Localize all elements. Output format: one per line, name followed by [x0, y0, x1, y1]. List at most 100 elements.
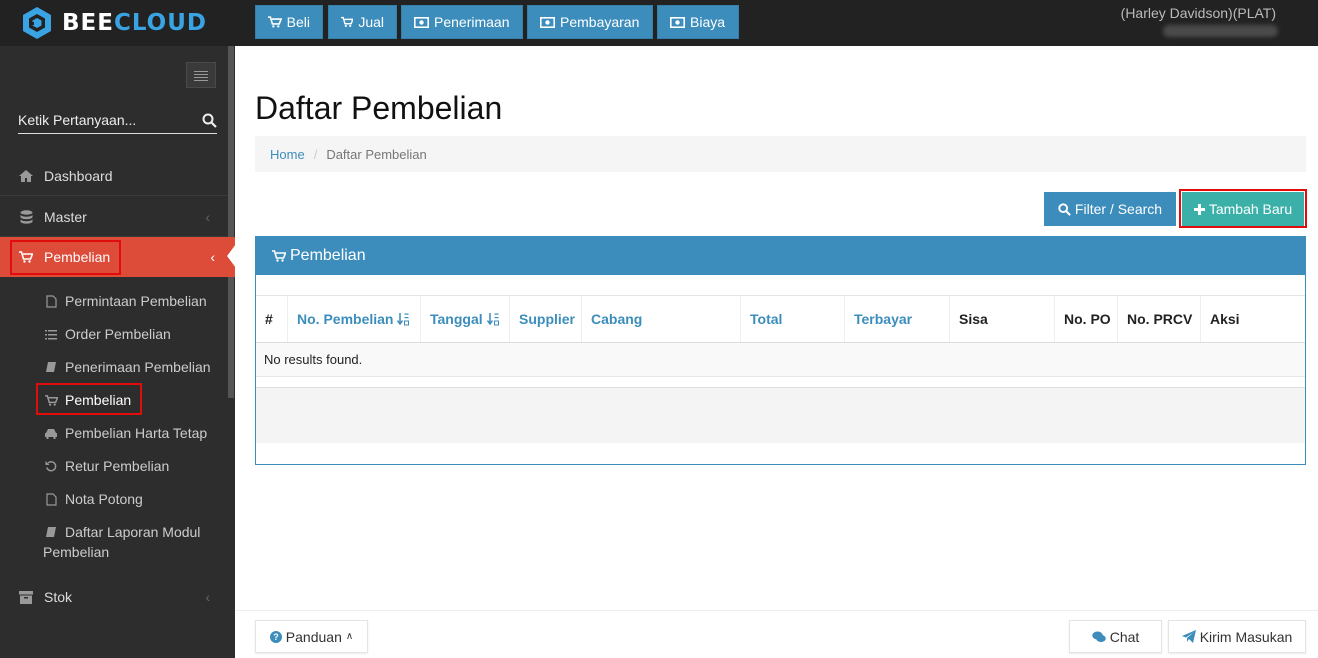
brand-logo[interactable]: BEECLOUD — [0, 0, 235, 46]
breadcrumb-separator: / — [313, 146, 318, 162]
panduan-label: Panduan — [285, 628, 342, 645]
sidebar-item-dashboard[interactable]: Dashboard — [0, 156, 228, 196]
submenu-item-permintaan-pembelian[interactable]: Permintaan Pembelian — [44, 290, 207, 312]
column-header-supplier[interactable]: Supplier — [510, 296, 582, 342]
filter-search-button[interactable]: Filter / Search — [1044, 192, 1176, 226]
sidebar-item-label: Dashboard — [44, 167, 113, 184]
user-company[interactable]: (Harley Davidson)(PLAT) — [1121, 5, 1276, 21]
submenu-item-order-pembelian[interactable]: Order Pembelian — [44, 323, 171, 345]
paper-plane-icon — [1181, 630, 1196, 643]
search-icon[interactable] — [202, 113, 217, 131]
user-email-blurred — [1163, 25, 1278, 37]
undo-icon — [44, 460, 58, 472]
column-header-sisa: Sisa — [950, 296, 1055, 342]
book-icon — [44, 526, 58, 538]
panel-title: Pembelian — [290, 247, 366, 264]
money-icon — [670, 16, 685, 28]
column-header-tanggal[interactable]: Tanggal — [421, 296, 510, 342]
column-header-terbayar[interactable]: Terbayar — [845, 296, 950, 342]
svg-text:?: ? — [273, 632, 279, 642]
bee-logo-icon — [20, 6, 54, 40]
highlight-box-tambah-baru — [1179, 189, 1307, 228]
column-header-no-pembelian[interactable]: No. Pembelian — [288, 296, 421, 342]
panduan-button[interactable]: ? Panduan ∧ — [255, 620, 368, 653]
breadcrumb-current: Daftar Pembelian — [326, 146, 427, 162]
column-header-number: # — [256, 296, 288, 342]
breadcrumb: Home / Daftar Pembelian — [255, 136, 1306, 172]
book-icon — [44, 361, 58, 373]
chevron-up-icon: ∧ — [345, 631, 354, 642]
kirim-masukan-label: Kirim Masukan — [1199, 628, 1293, 645]
money-icon — [540, 16, 555, 28]
sidebar-search-placeholder: Ketik Pertanyaan... — [18, 112, 137, 128]
file-icon — [44, 294, 58, 308]
sidebar-toggle-button[interactable] — [186, 62, 216, 88]
submenu-item-daftar-laporan[interactable]: Daftar Laporan Modul — [44, 521, 200, 543]
column-header-no-po: No. PO — [1055, 296, 1118, 342]
sidebar-item-label: Stok — [44, 589, 73, 605]
brand-name: BEECLOUD — [62, 10, 207, 36]
submenu-item-label-line2: Pembelian — [43, 544, 110, 560]
chat-button[interactable]: Chat — [1069, 620, 1162, 653]
sidebar-item-stok[interactable]: Stok ‹ — [0, 577, 228, 617]
biaya-button[interactable]: Biaya — [657, 5, 739, 39]
empty-message: No results found. — [264, 352, 363, 367]
cart-icon — [341, 16, 354, 28]
search-icon — [1058, 202, 1071, 216]
sidebar-search-input[interactable]: Ketik Pertanyaan... — [18, 110, 217, 134]
column-header-total[interactable]: Total — [741, 296, 845, 342]
submenu-item-penerimaan-pembelian[interactable]: Penerimaan Pembelian — [44, 356, 211, 378]
highlight-box-pembelian-menu — [10, 240, 121, 275]
chat-label: Chat — [1109, 628, 1140, 645]
biaya-label: Biaya — [690, 14, 726, 30]
home-icon — [18, 169, 34, 182]
jual-button[interactable]: Jual — [328, 5, 397, 39]
table-header: # No. Pembelian Tanggal Supplier Cabang … — [256, 296, 1305, 343]
submenu-item-pembelian-harta-tetap[interactable]: Pembelian Harta Tetap — [44, 422, 207, 444]
bottom-bar: ? Panduan ∧ Chat Kirim Masukan — [235, 610, 1318, 658]
file-icon — [44, 492, 58, 506]
archive-icon — [18, 590, 34, 604]
table-empty-row: No results found. — [256, 343, 1305, 377]
beli-button[interactable]: Beli — [255, 5, 323, 39]
submenu-item-retur-pembelian[interactable]: Retur Pembelian — [44, 455, 169, 477]
database-icon — [18, 209, 34, 224]
submenu-item-label: Permintaan Pembelian — [65, 293, 207, 309]
submenu-item-label: Nota Potong — [65, 491, 143, 507]
pembayaran-label: Pembayaran — [560, 14, 640, 30]
brand-part-1: BEE — [62, 10, 114, 36]
sidebar-item-master[interactable]: Master ‹ — [0, 197, 228, 237]
sort-icon — [397, 312, 410, 326]
sidebar: Ketik Pertanyaan... Dashboard Master ‹ P… — [0, 46, 236, 658]
list-icon — [44, 329, 58, 340]
active-indicator — [227, 244, 236, 268]
panel-header: Pembelian — [256, 237, 1305, 275]
chevron-left-icon: ‹ — [205, 208, 210, 225]
kirim-masukan-button[interactable]: Kirim Masukan — [1168, 620, 1306, 653]
beli-label: Beli — [286, 14, 310, 30]
pembelian-panel: Pembelian # No. Pembelian Tanggal Suppli… — [255, 236, 1306, 465]
submenu-item-label: Daftar Laporan Modul — [65, 524, 201, 540]
sidebar-item-label: Master — [44, 208, 87, 225]
breadcrumb-home-link[interactable]: Home — [270, 147, 305, 162]
page-title: Daftar Pembelian — [255, 90, 503, 126]
cart-icon — [268, 16, 282, 28]
chevron-left-icon: ‹ — [210, 249, 215, 265]
pembayaran-button[interactable]: Pembayaran — [527, 5, 653, 39]
jual-label: Jual — [358, 14, 384, 30]
column-header-cabang[interactable]: Cabang — [582, 296, 741, 342]
penerimaan-label: Penerimaan — [434, 14, 510, 30]
comments-icon — [1092, 631, 1106, 642]
sidebar-scrollbar[interactable] — [228, 46, 234, 398]
submenu-item-daftar-laporan-line2[interactable]: Pembelian — [43, 541, 109, 563]
question-circle-icon: ? — [269, 630, 282, 643]
car-icon — [44, 428, 58, 439]
penerimaan-button[interactable]: Penerimaan — [401, 5, 523, 39]
chevron-left-icon: ‹ — [205, 589, 210, 605]
column-header-aksi: Aksi — [1210, 311, 1240, 327]
panel-footer — [256, 388, 1305, 443]
submenu-item-nota-potong[interactable]: Nota Potong — [44, 488, 143, 510]
cart-icon — [272, 250, 286, 262]
submenu-item-label: Penerimaan Pembelian — [65, 359, 211, 375]
brand-part-2: CLOUD — [113, 10, 208, 36]
